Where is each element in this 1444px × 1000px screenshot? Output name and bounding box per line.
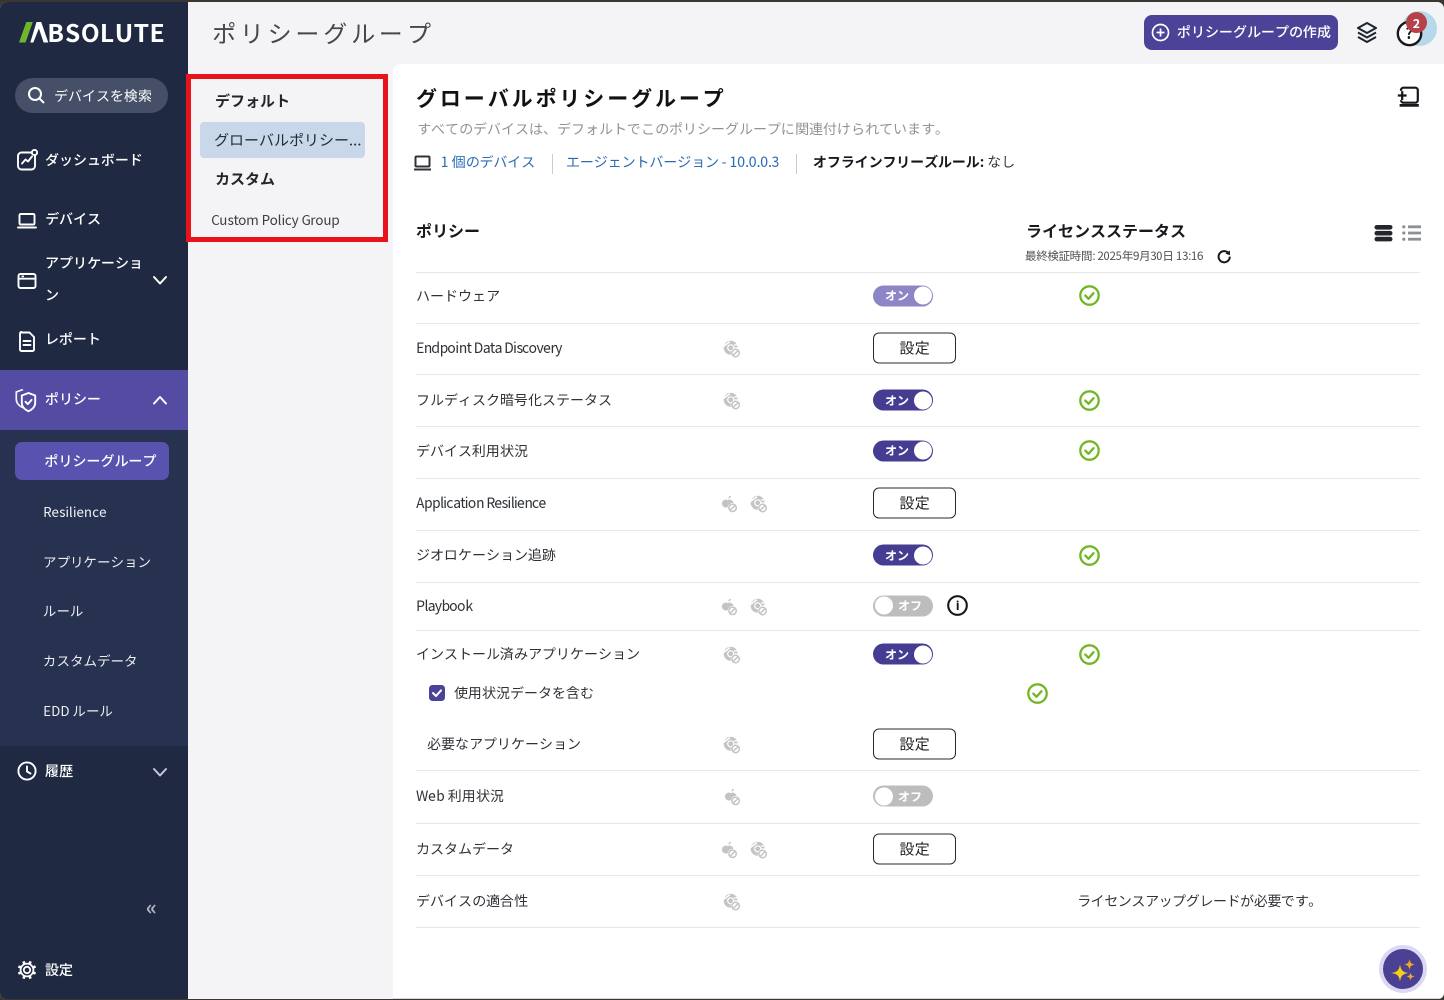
svg-text:i: i [956, 595, 960, 614]
svg-text:BSOLUTE: BSOLUTE [48, 18, 166, 46]
